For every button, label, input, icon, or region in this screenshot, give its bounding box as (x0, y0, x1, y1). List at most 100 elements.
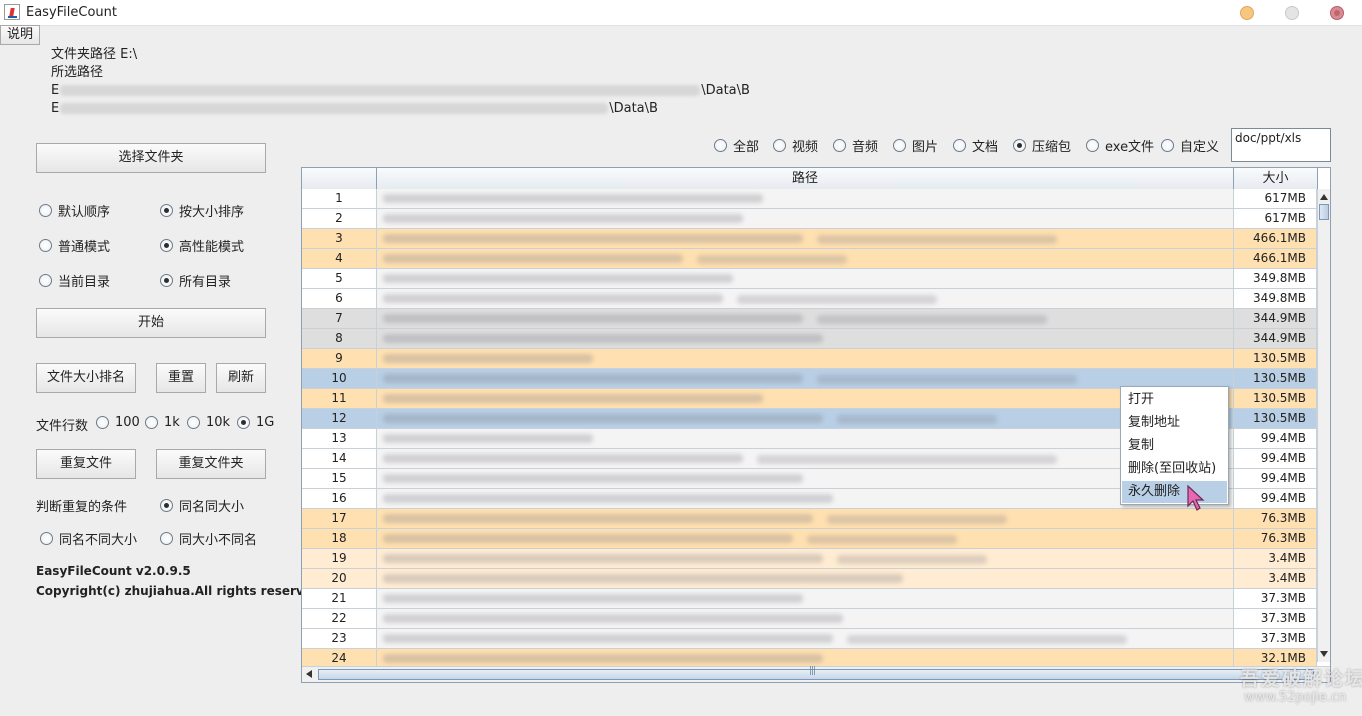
minimize-button[interactable] (1240, 6, 1254, 20)
blurred-path-segment (837, 415, 997, 424)
table-row[interactable]: 9 130.5MB (302, 349, 1317, 369)
filter-all[interactable]: 全部 (714, 136, 759, 155)
blurred-path-segment (837, 555, 987, 564)
menu-item-copy[interactable]: 复制 (1122, 435, 1227, 457)
blurred-path-segment (817, 235, 1057, 244)
rows-count-label: 文件行数 (36, 419, 89, 434)
radio-same-size-diff-name[interactable]: 同大小不同名 (160, 529, 257, 548)
table-row[interactable]: 8 344.9MB (302, 329, 1317, 349)
radio-same-name-same-size[interactable]: 同名同大小 (160, 496, 244, 515)
scroll-left-arrow-icon[interactable] (306, 670, 312, 678)
table-row[interactable]: 19 3.4MB (302, 549, 1317, 569)
filter-image[interactable]: 图片 (893, 136, 938, 155)
table-row[interactable]: 22 37.3MB (302, 609, 1317, 629)
row-size-cell: 344.9MB (1234, 329, 1317, 349)
window-title: EasyFileCount (26, 5, 118, 20)
radio-all-dirs[interactable]: 所有目录 (160, 271, 231, 290)
vertical-scrollbar[interactable] (1317, 189, 1330, 662)
row-path-cell (377, 329, 1234, 349)
horizontal-scroll-thumb[interactable] (318, 666, 1314, 680)
row-path-cell (377, 389, 1234, 409)
radio-high-performance-mode[interactable]: 高性能模式 (160, 236, 244, 255)
radio-same-name-diff-size[interactable]: 同名不同大小 (40, 529, 137, 548)
duplicate-folders-button[interactable]: 重复文件夹 (156, 449, 266, 479)
table-row[interactable]: 5 349.8MB (302, 269, 1317, 289)
blurred-path-segment (383, 314, 803, 323)
row-index-cell: 19 (302, 549, 377, 569)
blurred-path-segment (383, 354, 593, 363)
radio-circle (893, 139, 906, 152)
path1-prefix: E (51, 83, 60, 98)
table-row[interactable]: 17 76.3MB (302, 509, 1317, 529)
table-row[interactable]: 23 37.3MB (302, 629, 1317, 649)
row-path-cell (377, 269, 1234, 289)
filter-audio[interactable]: 音频 (833, 136, 878, 155)
header-index[interactable] (302, 168, 377, 189)
select-folder-button[interactable]: 选择文件夹 (36, 143, 266, 173)
radio-normal-mode[interactable]: 普通模式 (39, 236, 110, 255)
vertical-scroll-thumb[interactable] (1319, 204, 1329, 220)
blurred-path-segment (383, 294, 723, 303)
radio-default-order[interactable]: 默认顺序 (39, 201, 110, 220)
radio-rows-1k[interactable]: 1k (145, 415, 180, 430)
menu-item-permanent-delete[interactable]: 永久删除 (1122, 481, 1227, 503)
filter-custom[interactable]: 自定义 (1161, 136, 1219, 155)
radio-sort-by-size[interactable]: 按大小排序 (160, 201, 244, 220)
reset-button[interactable]: 重置 (156, 363, 206, 393)
row-size-cell: 3.4MB (1234, 549, 1317, 569)
row-size-cell: 466.1MB (1234, 249, 1317, 269)
radio-rows-10k[interactable]: 10k (187, 415, 230, 430)
scroll-down-arrow-icon[interactable] (1320, 651, 1328, 657)
blurred-path-segment (383, 214, 743, 223)
table-row[interactable]: 1 617MB (302, 189, 1317, 209)
table-row[interactable]: 21 37.3MB (302, 589, 1317, 609)
filter-document[interactable]: 文档 (953, 136, 998, 155)
maximize-button[interactable] (1285, 6, 1299, 20)
duplicate-files-button[interactable]: 重复文件 (36, 449, 136, 479)
scroll-up-arrow-icon[interactable] (1320, 194, 1328, 200)
radio-circle (39, 239, 52, 252)
custom-extensions-input[interactable]: doc/ppt/xls (1231, 128, 1331, 162)
help-menu-button[interactable]: 说明 (0, 25, 40, 45)
filter-archive[interactable]: 压缩包 (1013, 136, 1071, 155)
row-size-cell: 76.3MB (1234, 509, 1317, 529)
table-row[interactable]: 7 344.9MB (302, 309, 1317, 329)
menu-item-delete-to-recycle[interactable]: 删除(至回收站) (1122, 458, 1227, 480)
row-index-cell: 10 (302, 369, 377, 389)
row-size-cell: 99.4MB (1234, 469, 1317, 489)
header-path[interactable]: 路径 (377, 168, 1234, 189)
radio-circle (773, 139, 786, 152)
table-row[interactable]: 4 466.1MB (302, 249, 1317, 269)
refresh-button[interactable]: 刷新 (216, 363, 266, 393)
row-index-cell: 6 (302, 289, 377, 309)
blurred-path-segment (383, 274, 733, 283)
table-row[interactable]: 3 466.1MB (302, 229, 1317, 249)
filter-video[interactable]: 视频 (773, 136, 818, 155)
blurred-path-segment (847, 635, 1127, 644)
blurred-path-segment (383, 554, 823, 563)
header-size[interactable]: 大小 (1234, 168, 1318, 189)
path2-prefix: E (51, 101, 60, 116)
size-rank-button[interactable]: 文件大小排名 (36, 363, 136, 393)
start-button[interactable]: 开始 (36, 308, 266, 338)
table-row[interactable]: 20 3.4MB (302, 569, 1317, 589)
context-menu: 打开 复制地址 复制 删除(至回收站) 永久删除 (1120, 386, 1229, 505)
close-button[interactable] (1330, 6, 1344, 20)
table-row[interactable]: 2 617MB (302, 209, 1317, 229)
row-path-cell (377, 369, 1234, 389)
radio-current-dir[interactable]: 当前目录 (39, 271, 110, 290)
row-size-cell: 130.5MB (1234, 369, 1317, 389)
filter-exe[interactable]: exe文件 (1086, 136, 1154, 155)
menu-item-copy-path[interactable]: 复制地址 (1122, 412, 1227, 434)
radio-rows-1g[interactable]: 1G (237, 415, 274, 430)
radio-circle-selected (160, 204, 173, 217)
folder-path-line: 文件夹路径 E:\ (51, 47, 138, 62)
horizontal-scrollbar[interactable] (302, 666, 1330, 682)
menu-item-open[interactable]: 打开 (1122, 389, 1227, 411)
row-size-cell: 617MB (1234, 209, 1317, 229)
table-row[interactable]: 6 349.8MB (302, 289, 1317, 309)
radio-rows-100[interactable]: 100 (96, 415, 140, 430)
row-size-cell: 130.5MB (1234, 409, 1317, 429)
table-row[interactable]: 18 76.3MB (302, 529, 1317, 549)
row-path-cell (377, 429, 1234, 449)
